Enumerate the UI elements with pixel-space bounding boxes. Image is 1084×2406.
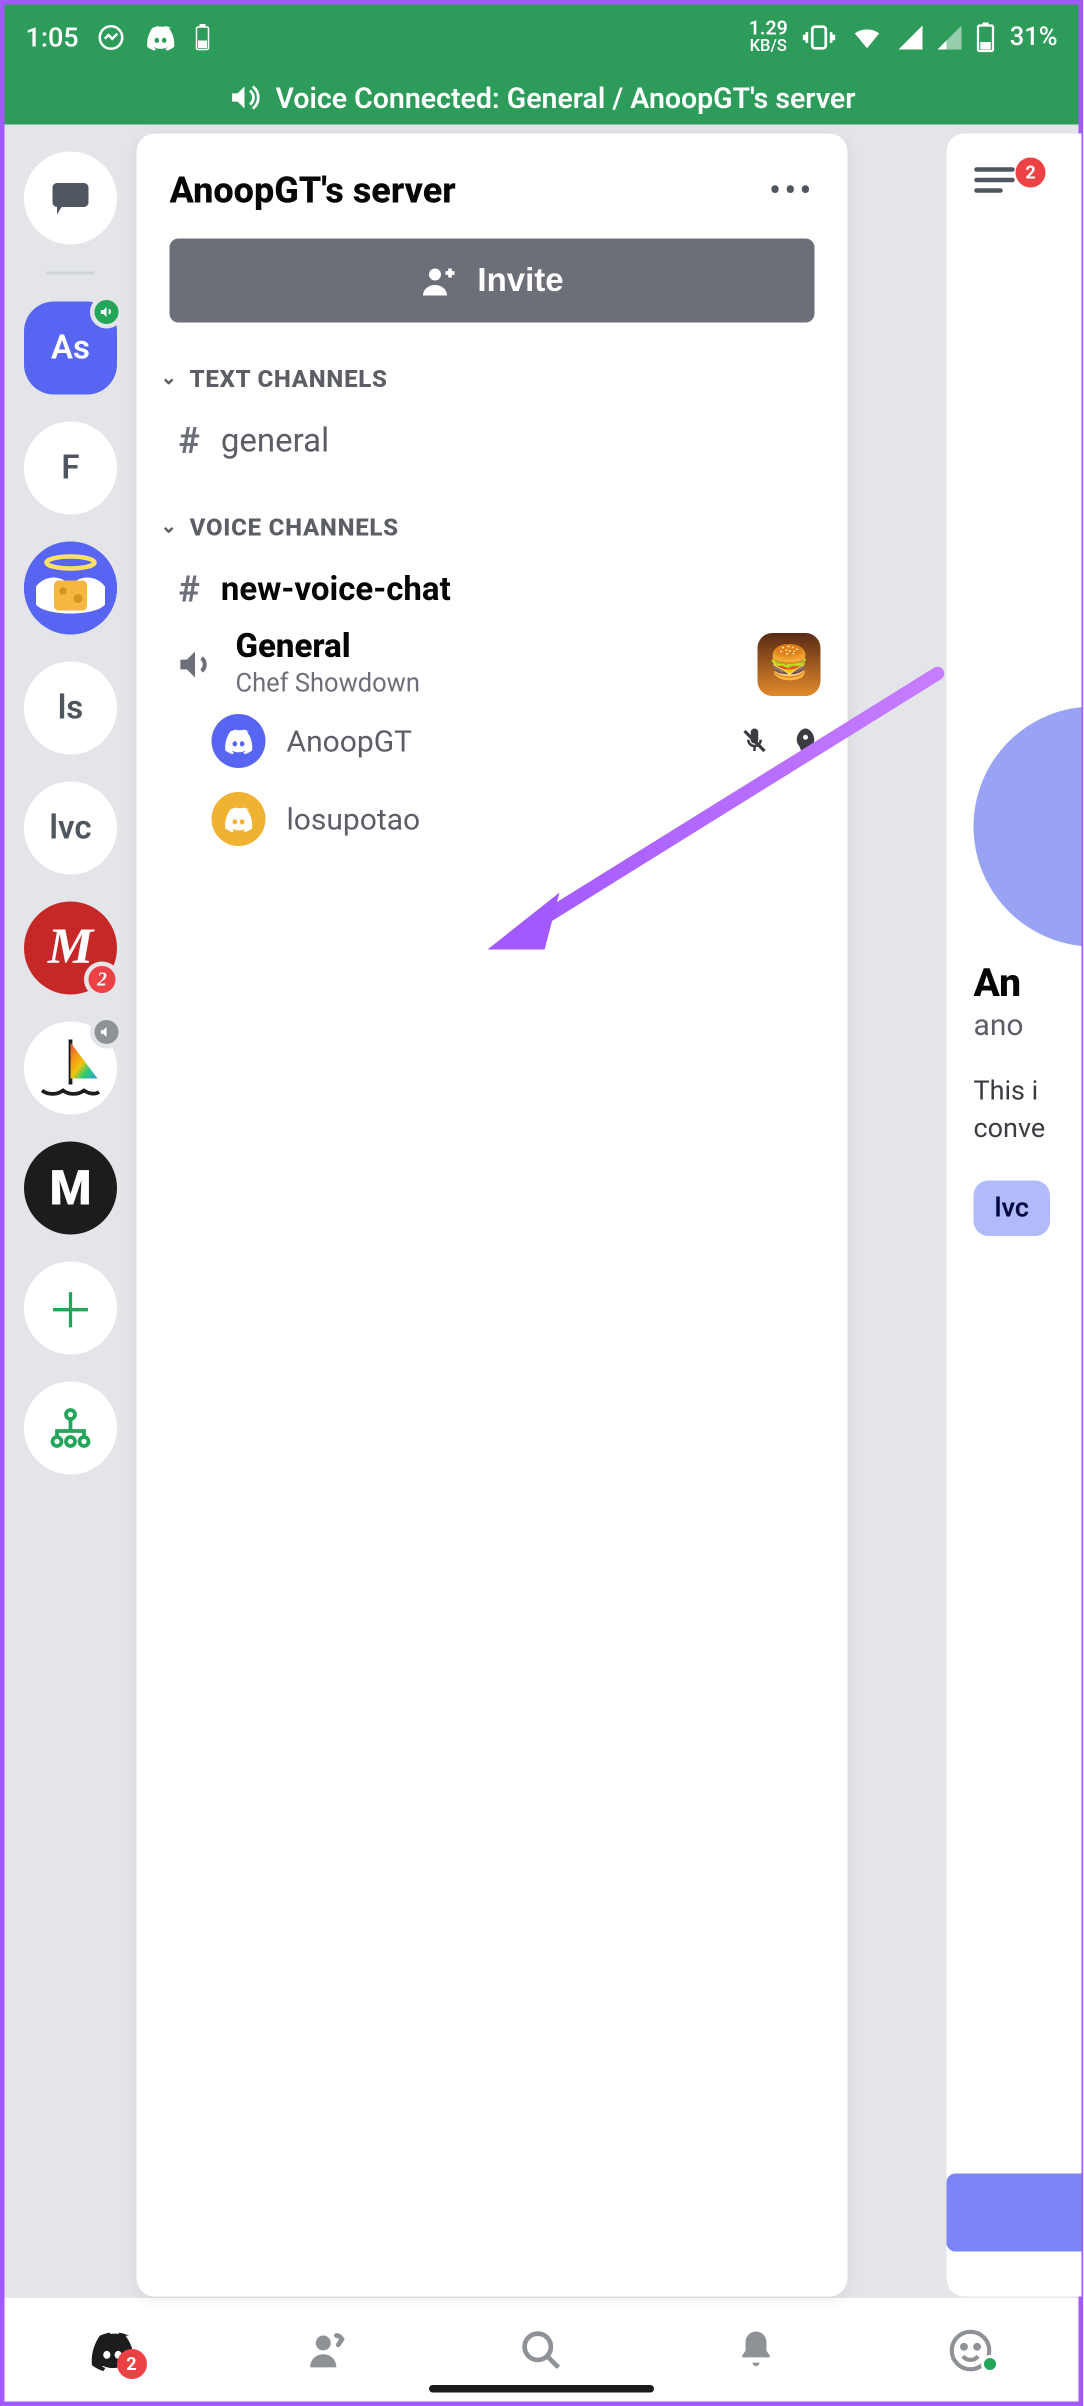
battery-percent: 31% xyxy=(1010,22,1058,52)
chevron-down-icon: ⌄ xyxy=(161,368,178,391)
peek-name: An xyxy=(974,962,1082,1007)
network-speed: 1.29 KB/S xyxy=(749,21,788,53)
voice-indicator-icon xyxy=(90,296,123,329)
server-item[interactable]: M 2 xyxy=(24,902,117,995)
avatar xyxy=(212,714,266,768)
avatar xyxy=(212,792,266,846)
status-time: 1:05 xyxy=(26,22,79,54)
voice-user-name: AnoopGT xyxy=(287,723,413,759)
peek-handle: ano xyxy=(974,1007,1082,1043)
server-rail: As F ls lvc M 2 xyxy=(5,125,137,2297)
voice-banner-text: Voice Connected: General / AnoopGT's ser… xyxy=(275,80,855,115)
text-channel-general[interactable]: # general xyxy=(137,408,848,474)
voice-channel-general[interactable]: General Chef Showdown 🍔 xyxy=(137,623,848,703)
invite-icon xyxy=(420,264,459,297)
chat-peek[interactable]: 2 An ano This iconve lvc xyxy=(947,134,1082,2297)
more-icon[interactable]: ••• xyxy=(769,170,814,212)
peek-description: This iconve xyxy=(974,1073,1082,1149)
online-status-icon xyxy=(982,2354,1000,2372)
wifi-icon xyxy=(851,24,884,51)
voice-user-name: losupotao xyxy=(287,801,421,837)
cheese-angel-icon xyxy=(24,542,117,635)
server-item[interactable]: F xyxy=(24,422,117,515)
discover-button[interactable] xyxy=(24,1382,117,1475)
profile-avatar-large xyxy=(974,707,1082,947)
tab-friends[interactable] xyxy=(289,2312,364,2387)
peek-action-bar[interactable] xyxy=(947,2174,1082,2252)
chevron-down-icon: ⌄ xyxy=(161,516,178,539)
voice-channel-new-voice-chat[interactable]: # new-voice-chat xyxy=(137,557,848,623)
rail-divider xyxy=(47,272,95,275)
server-item[interactable] xyxy=(24,542,117,635)
voice-user[interactable]: AnoopGT xyxy=(137,702,848,780)
android-status-bar: 1:05 1.29 KB/S 31% xyxy=(5,5,1079,71)
server-item[interactable]: lvc xyxy=(24,782,117,875)
tab-search[interactable] xyxy=(504,2312,579,2387)
signal-icon-2 xyxy=(938,25,962,49)
speaker-icon xyxy=(176,644,215,683)
hash-icon: # xyxy=(179,569,200,611)
voice-user[interactable]: losupotao xyxy=(137,780,848,858)
voice-channel-name: General xyxy=(236,629,737,667)
menu-icon[interactable] xyxy=(974,164,1016,197)
messenger-icon xyxy=(97,23,127,53)
invite-label: Invite xyxy=(477,261,563,300)
tab-badge: 2 xyxy=(116,2348,146,2378)
dm-button[interactable] xyxy=(24,152,117,245)
signal-icon-1 xyxy=(899,25,923,49)
server-item[interactable]: ls xyxy=(24,662,117,755)
server-title[interactable]: AnoopGT's server xyxy=(170,170,456,212)
menu-badge: 2 xyxy=(1016,158,1046,188)
server-active-label: As xyxy=(51,329,90,367)
add-server-button[interactable]: ＋ xyxy=(24,1262,117,1355)
voice-connected-banner[interactable]: Voice Connected: General / AnoopGT's ser… xyxy=(5,71,1079,125)
server-item[interactable] xyxy=(24,1022,117,1115)
hash-icon: # xyxy=(179,420,200,462)
tab-profile[interactable] xyxy=(934,2312,1009,2387)
vibrate-icon xyxy=(803,24,836,51)
invite-button[interactable]: Invite xyxy=(170,239,815,323)
battery-icon xyxy=(977,22,995,52)
speaker-icon xyxy=(227,81,260,114)
peek-chip[interactable]: lvc xyxy=(974,1181,1050,1237)
text-channels-header[interactable]: ⌄ TEXT CHANNELS xyxy=(137,365,848,409)
voice-channels-header[interactable]: ⌄ VOICE CHANNELS xyxy=(137,513,848,557)
server-item[interactable]: M xyxy=(24,1142,117,1235)
rocket-icon xyxy=(791,726,821,756)
discord-status-icon xyxy=(145,24,178,51)
tab-home[interactable]: 2 xyxy=(74,2312,149,2387)
server-active[interactable]: As xyxy=(24,302,117,395)
tab-notifications[interactable] xyxy=(719,2312,794,2387)
mic-muted-icon xyxy=(740,726,770,756)
server-badge: 2 xyxy=(84,962,120,998)
battery-small-icon xyxy=(196,24,211,51)
activity-icon: 🍔 xyxy=(758,632,821,695)
voice-channel-activity: Chef Showdown xyxy=(236,669,737,699)
mute-indicator-icon xyxy=(90,1016,123,1049)
android-nav-pill[interactable] xyxy=(429,2385,654,2393)
channel-panel: AnoopGT's server ••• Invite ⌄ TEXT CHANN… xyxy=(137,134,848,2297)
